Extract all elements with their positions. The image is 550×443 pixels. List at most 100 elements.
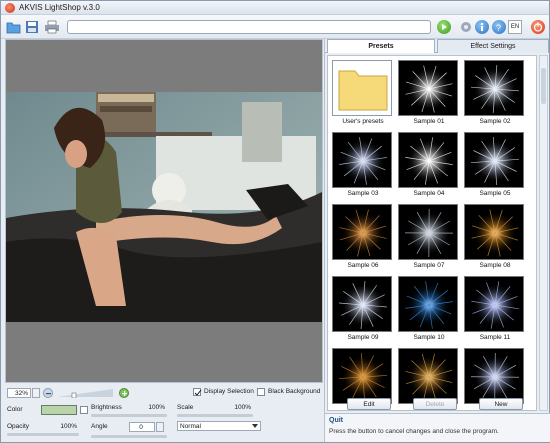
color-checkbox[interactable] xyxy=(80,406,88,414)
blend-mode-value: Normal xyxy=(180,423,201,430)
preset-item[interactable]: Sample 09 xyxy=(332,276,394,342)
gear-icon xyxy=(461,22,471,32)
preset-label: Sample 07 xyxy=(413,262,445,269)
scale-label: Scale xyxy=(177,404,194,411)
preset-label: Sample 02 xyxy=(479,118,511,125)
angle-spin[interactable] xyxy=(156,422,164,432)
blend-mode-select[interactable]: Normal xyxy=(177,421,261,431)
black-background-label: Black Background xyxy=(268,388,321,395)
zoom-out-button[interactable] xyxy=(43,388,53,398)
preset-thumbnail xyxy=(332,132,392,188)
opacity-slider[interactable] xyxy=(7,433,79,436)
play-icon xyxy=(442,24,447,30)
help-panel: Quit Press the button to cancel changes … xyxy=(325,413,550,442)
preset-item[interactable]: Sample 02 xyxy=(464,60,526,126)
check-icon xyxy=(194,389,202,396)
preset-thumbnail xyxy=(464,276,524,332)
preset-grid: User's presets Sample 01 Sample 02 Sample 0… xyxy=(327,55,537,411)
preset-label: Sample 08 xyxy=(479,262,511,269)
preset-item[interactable]: Sample 08 xyxy=(464,204,526,270)
color-label: Color xyxy=(7,406,23,413)
tab-effect-settings[interactable]: Effect Settings xyxy=(437,39,549,53)
angle-slider[interactable] xyxy=(91,435,167,438)
photo-image xyxy=(6,92,322,322)
preset-label: User's presets xyxy=(342,118,384,125)
edit-button[interactable]: Edit xyxy=(347,398,391,410)
preset-label: Sample 03 xyxy=(347,190,379,197)
preset-item[interactable]: Sample 05 xyxy=(464,132,526,198)
folder-open-icon xyxy=(6,22,21,34)
preset-label: Sample 10 xyxy=(413,334,445,341)
panel-tabs: Presets Effect Settings xyxy=(325,39,550,53)
image-canvas[interactable] xyxy=(5,39,323,383)
opacity-label: Opacity xyxy=(7,423,30,430)
opacity-value[interactable]: 100% xyxy=(53,422,79,432)
new-button[interactable]: New xyxy=(479,398,523,410)
preset-label: Sample 01 xyxy=(413,118,445,125)
preset-item[interactable]: Sample 04 xyxy=(398,132,460,198)
preset-buttons: Edit Delete New xyxy=(325,395,550,413)
preset-item[interactable]: Sample 10 xyxy=(398,276,460,342)
brightness-value[interactable]: 100% xyxy=(141,403,167,413)
display-selection-checkbox[interactable] xyxy=(193,388,202,396)
scale-value[interactable]: 100% xyxy=(227,403,253,413)
scrollbar-thumb[interactable] xyxy=(541,68,546,104)
color-swatch[interactable] xyxy=(41,405,77,415)
help-button[interactable]: ? xyxy=(492,20,506,34)
black-background-checkbox[interactable] xyxy=(257,388,265,396)
preset-item[interactable]: Sample 07 xyxy=(398,204,460,270)
brightness-slider[interactable] xyxy=(91,414,167,417)
preset-thumbnail xyxy=(398,276,458,332)
angle-label: Angle xyxy=(91,423,108,430)
save-button[interactable] xyxy=(24,19,40,35)
preset-label: Sample 04 xyxy=(413,190,445,197)
help-icon: ? xyxy=(496,23,501,33)
preset-item[interactable]: User's presets xyxy=(332,60,394,126)
help-text: Press the button to cancel changes and c… xyxy=(329,428,499,435)
settings-button[interactable] xyxy=(458,19,474,35)
preset-item[interactable]: Sample 01 xyxy=(398,60,460,126)
printer-icon xyxy=(45,20,59,34)
brightness-label: Brightness xyxy=(91,404,122,411)
chevron-down-icon xyxy=(252,424,258,428)
zoom-in-button[interactable] xyxy=(119,388,129,398)
preset-label: Sample 05 xyxy=(479,190,511,197)
zoom-spin[interactable] xyxy=(32,388,40,398)
print-button[interactable] xyxy=(44,19,60,35)
zoom-field[interactable]: 32% xyxy=(7,388,31,398)
info-icon xyxy=(481,23,483,31)
scale-slider[interactable] xyxy=(177,414,253,417)
tab-presets[interactable]: Presets xyxy=(327,39,435,53)
canvas-margin-bottom xyxy=(6,322,322,382)
zoom-slider[interactable] xyxy=(57,388,117,398)
angle-value[interactable]: 0 xyxy=(129,422,155,432)
power-icon xyxy=(533,22,543,32)
save-icon xyxy=(26,21,38,33)
quit-button[interactable] xyxy=(531,20,545,34)
svg-text:?: ? xyxy=(496,23,501,33)
bottom-controls: 32% Display Selection Black Background C… xyxy=(1,384,323,442)
preset-scrollbar[interactable] xyxy=(539,55,548,411)
preset-thumbnail xyxy=(464,132,524,188)
open-file-button[interactable] xyxy=(6,19,22,35)
photo-preview xyxy=(6,92,322,322)
delete-button[interactable]: Delete xyxy=(413,398,457,410)
title-bar: AKVIS LightShop v.3.0 xyxy=(1,1,549,15)
window-title: AKVIS LightShop v.3.0 xyxy=(19,3,100,12)
folder-icon xyxy=(332,60,392,116)
preset-thumbnail xyxy=(464,60,524,116)
language-button[interactable]: EN xyxy=(508,20,522,34)
preset-item[interactable]: Sample 11 xyxy=(464,276,526,342)
toolbar: ? EN xyxy=(1,15,549,39)
about-button[interactable] xyxy=(475,20,489,34)
path-field[interactable] xyxy=(67,20,431,34)
plus-icon xyxy=(122,391,127,396)
run-button[interactable] xyxy=(437,20,451,34)
preset-thumbnail xyxy=(398,60,458,116)
preset-item[interactable]: Sample 06 xyxy=(332,204,394,270)
preset-thumbnail xyxy=(332,204,392,260)
presets-panel: Presets Effect Settings User's presets Sa… xyxy=(324,39,550,442)
preset-item[interactable]: Sample 03 xyxy=(332,132,394,198)
help-title: Quit xyxy=(329,417,343,424)
preset-label: Sample 06 xyxy=(347,262,379,269)
